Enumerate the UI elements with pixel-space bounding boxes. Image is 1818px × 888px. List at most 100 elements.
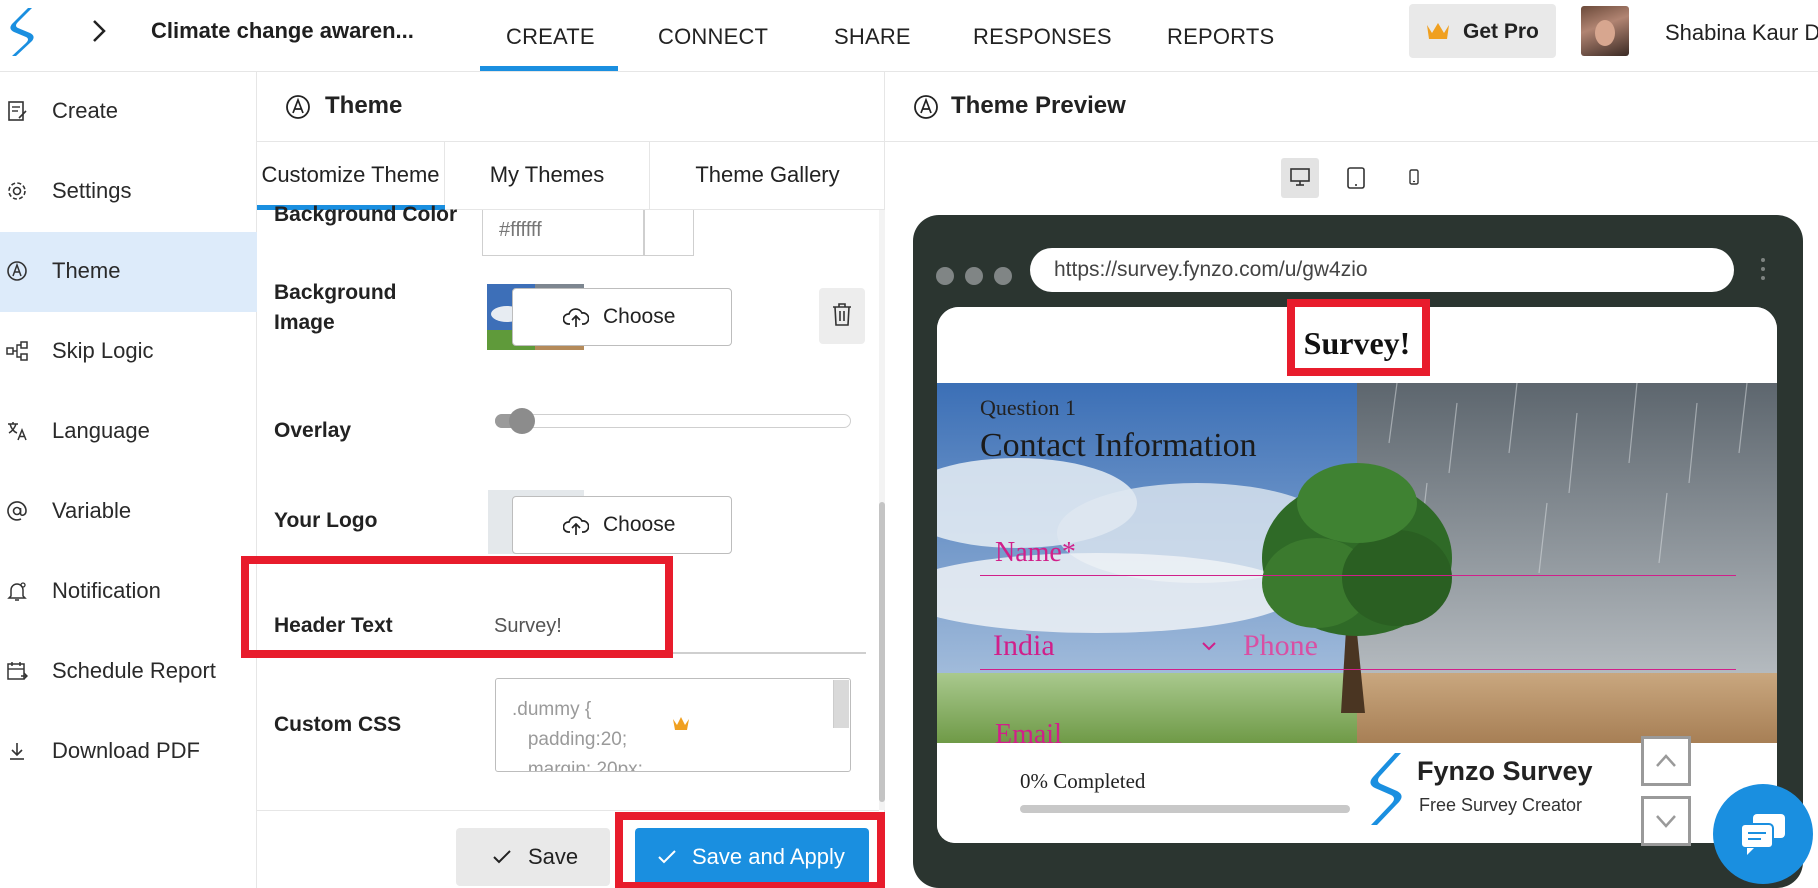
theme-panel-header: Theme <box>257 72 885 142</box>
window-dot <box>994 267 1012 285</box>
nav-tab-create[interactable]: CREATE <box>506 24 595 50</box>
tab-theme-gallery[interactable]: Theme Gallery <box>650 142 885 210</box>
sidebar-item-notification[interactable]: Notification <box>0 552 257 632</box>
sidebar-item-theme[interactable]: Theme <box>0 232 257 312</box>
choose-background-image-button[interactable]: Choose <box>512 288 732 346</box>
panel-scrollbar-thumb[interactable] <box>879 502 885 802</box>
mobile-view-button[interactable] <box>1395 158 1433 198</box>
calendar-icon <box>7 662 28 680</box>
more-vertical-icon[interactable] <box>1759 255 1767 287</box>
overlay-slider-track[interactable] <box>495 414 851 428</box>
header-text-input[interactable]: Survey! <box>482 598 866 654</box>
tab-my-themes[interactable]: My Themes <box>445 142 650 210</box>
window-dot <box>936 267 954 285</box>
translate-icon <box>8 422 27 441</box>
sidebar-item-label: Theme <box>52 258 121 283</box>
palette-icon <box>914 95 938 119</box>
sidebar-item-variable[interactable]: Variable <box>0 472 257 552</box>
branch-icon <box>6 341 28 361</box>
get-pro-button[interactable]: Get Pro <box>1409 4 1556 58</box>
nav-tab-reports[interactable]: REPORTS <box>1167 24 1274 50</box>
choose-logo-button[interactable]: Choose <box>512 496 732 554</box>
phone-input-placeholder[interactable]: Phone <box>1243 629 1318 663</box>
name-input-underline <box>980 575 1736 576</box>
survey-background: Question 1 Contact Information Name* Ind… <box>937 383 1777 743</box>
save-and-apply-button[interactable]: Save and Apply <box>635 828 869 886</box>
nav-tab-connect[interactable]: CONNECT <box>658 24 768 50</box>
question-title: Contact Information <box>980 427 1257 464</box>
chat-icon <box>1740 814 1785 855</box>
trash-icon <box>833 303 851 326</box>
choose-label: Choose <box>603 305 676 328</box>
survey-header-text: Survey! <box>1303 325 1411 361</box>
tablet-icon <box>1347 167 1365 189</box>
palette-icon <box>286 95 310 119</box>
user-name[interactable]: Shabina Kaur D <box>1665 20 1818 46</box>
check-icon <box>493 850 511 864</box>
chevron-down-icon <box>1656 815 1676 828</box>
window-dot <box>965 267 983 285</box>
chat-widget-button[interactable] <box>1713 784 1813 884</box>
browser-mockup: https://survey.fynzo.com/u/gw4zio Survey… <box>913 215 1803 888</box>
country-select[interactable]: India <box>993 629 1055 663</box>
delete-background-image-button[interactable] <box>819 288 865 344</box>
desktop-view-button[interactable] <box>1281 158 1319 198</box>
top-bar: Climate change awaren... CREATE CONNECT … <box>0 0 1818 72</box>
download-icon <box>10 743 24 760</box>
save-label: Save <box>528 844 579 869</box>
phone-input-underline <box>980 669 1736 670</box>
previous-question-button[interactable] <box>1641 736 1691 786</box>
background-color-swatch[interactable] <box>644 210 694 256</box>
fynzo-logo-icon[interactable] <box>6 6 36 58</box>
preview-header: Theme Preview <box>885 72 1818 142</box>
sidebar-item-download-pdf[interactable]: Download PDF <box>0 712 257 792</box>
background-color-input[interactable]: #ffffff <box>482 210 644 256</box>
chevron-right-icon[interactable] <box>88 18 110 44</box>
custom-css-textarea[interactable]: .dummy { padding:20; margin: 20px; <box>495 678 851 772</box>
choose-label: Choose <box>603 513 676 536</box>
tablet-view-button[interactable] <box>1337 158 1375 198</box>
bell-icon <box>7 582 27 601</box>
save-button[interactable]: Save <box>456 828 610 886</box>
overlay-label: Overlay <box>274 419 352 442</box>
url-bar[interactable]: https://survey.fynzo.com/u/gw4zio <box>1030 248 1734 292</box>
nav-tab-responses[interactable]: RESPONSES <box>973 24 1112 50</box>
overlay-slider-knob[interactable] <box>508 408 535 434</box>
sidebar-item-schedule-report[interactable]: Schedule Report <box>0 632 257 712</box>
sidebar-item-skip-logic[interactable]: Skip Logic <box>0 312 257 392</box>
question-number: Question 1 <box>980 395 1076 420</box>
at-sign-icon <box>7 501 27 521</box>
nav-tab-share[interactable]: SHARE <box>834 24 911 50</box>
sidebar: Create Settings Theme Skip Logic Languag… <box>0 72 257 888</box>
header-text-label: Header Text <box>274 614 393 637</box>
sidebar-item-language[interactable]: Language <box>0 392 257 472</box>
survey-title[interactable]: Climate change awaren... <box>151 18 414 44</box>
survey-header: Survey! <box>937 307 1777 383</box>
sidebar-item-label: Download PDF <box>52 738 200 763</box>
sidebar-item-create[interactable]: Create <box>0 72 257 152</box>
get-pro-label: Get Pro <box>1463 20 1539 43</box>
progress-label: 0% Completed <box>1020 769 1146 793</box>
save-and-apply-label: Save and Apply <box>692 844 845 869</box>
next-question-button[interactable] <box>1641 796 1691 846</box>
css-textarea-scrollbar[interactable] <box>833 680 849 728</box>
sidebar-item-label: Language <box>52 418 150 443</box>
desktop-icon <box>1290 168 1310 186</box>
chevron-up-icon <box>1656 754 1676 767</box>
edit-doc-icon <box>8 101 27 121</box>
progress-track <box>1020 805 1350 813</box>
fynzo-logo-icon <box>1370 753 1402 825</box>
mobile-icon <box>1409 169 1419 185</box>
background-color-label: Background Color <box>274 203 458 226</box>
chevron-down-icon[interactable] <box>1201 641 1217 651</box>
palette-icon <box>7 261 27 281</box>
brand-tagline: Free Survey Creator <box>1419 795 1583 815</box>
avatar[interactable] <box>1581 6 1629 56</box>
name-input-placeholder[interactable]: Name* <box>995 537 1076 569</box>
cloud-upload-icon <box>563 516 589 535</box>
preview-title: Theme Preview <box>951 92 1126 119</box>
sidebar-item-settings[interactable]: Settings <box>0 152 257 232</box>
active-tab-indicator <box>480 66 618 71</box>
sidebar-item-label: Schedule Report <box>52 658 216 683</box>
email-input-placeholder[interactable]: Email <box>995 719 1062 743</box>
